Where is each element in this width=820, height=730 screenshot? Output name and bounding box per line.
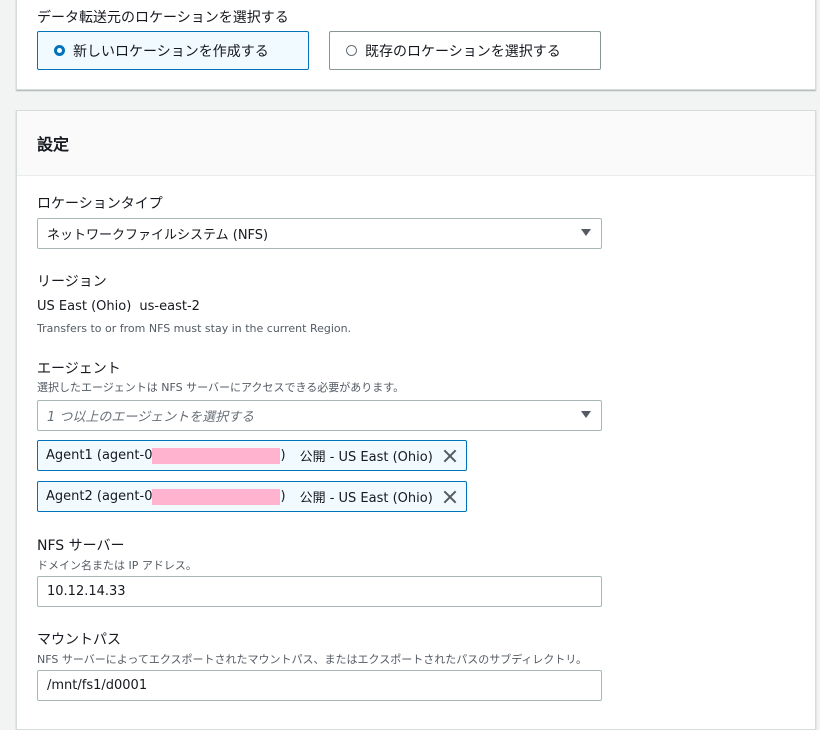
agent-token-2-prefix: Agent2 (agent-0 — [46, 489, 153, 504]
radio-selected-icon — [54, 45, 65, 56]
region-note: Transfers to or from NFS must stay in th… — [37, 322, 352, 335]
agents-description: 選択したエージェントは NFS サーバーにアクセスできる必要があります。 — [37, 381, 405, 394]
nfs-server-input[interactable]: 10.12.14.33 — [37, 576, 602, 607]
agents-placeholder: 1 つ以上のエージェントを選択する — [47, 410, 255, 425]
agent-token-1: Agent1 (agent-0 ) 公開 - US East (Ohio) — [37, 440, 467, 471]
region-label: リージョン — [37, 274, 107, 290]
agents-label: エージェント — [37, 361, 121, 377]
region-value: US East (Ohio) us-east-2 — [37, 299, 200, 314]
radio-create-new-label: 新しいロケーションを作成する — [73, 43, 269, 60]
caret-down-icon — [581, 229, 591, 236]
settings-header: 設定 — [17, 111, 815, 176]
redaction-box — [152, 488, 281, 505]
redaction-box — [152, 447, 281, 464]
source-location-label: データ転送元のロケーションを選択する — [37, 10, 289, 26]
agents-select[interactable]: 1 つ以上のエージェントを選択する — [37, 400, 602, 431]
radio-choose-existing-label: 既存のロケーションを選択する — [365, 43, 561, 60]
mount-path-value: /mnt/fs1/d0001 — [47, 678, 148, 693]
caret-down-icon — [581, 411, 591, 418]
location-type-label: ロケーションタイプ — [37, 196, 163, 212]
close-icon[interactable] — [443, 490, 457, 504]
mount-path-input[interactable]: /mnt/fs1/d0001 — [37, 670, 602, 701]
settings-panel: 設定 ロケーションタイプ ネットワークファイルシステム (NFS) リージョン … — [16, 110, 816, 730]
mount-path-description: NFS サーバーによってエクスポートされたマウントパス、またはエクスポートされた… — [37, 653, 587, 666]
mount-path-label: マウントパス — [37, 632, 121, 648]
region-code: us-east-2 — [139, 299, 200, 314]
close-icon[interactable] — [443, 449, 457, 463]
radio-choose-existing-location[interactable]: 既存のロケーションを選択する — [329, 31, 601, 70]
nfs-server-label: NFS サーバー — [37, 538, 125, 554]
agent-token-1-prefix: Agent1 (agent-0 — [46, 448, 153, 463]
agent-token-2-suffix: ) — [280, 489, 286, 504]
radio-unselected-icon — [346, 45, 357, 56]
agent-token-1-status: 公開 - US East (Ohio) — [299, 450, 433, 465]
agent-token-1-suffix: ) — [280, 448, 286, 463]
settings-title: 設定 — [37, 135, 70, 154]
nfs-server-value: 10.12.14.33 — [47, 584, 126, 599]
nfs-server-description: ドメイン名または IP アドレス。 — [37, 559, 197, 572]
location-type-value: ネットワークファイルシステム (NFS) — [47, 228, 269, 243]
agent-token-2-status: 公開 - US East (Ohio) — [299, 491, 433, 506]
agent-token-2: Agent2 (agent-0 ) 公開 - US East (Ohio) — [37, 481, 467, 512]
source-location-panel: データ転送元のロケーションを選択する 新しいロケーションを作成する 既存のロケー… — [16, 0, 816, 90]
region-name: US East (Ohio) — [37, 299, 132, 314]
location-type-select[interactable]: ネットワークファイルシステム (NFS) — [37, 218, 602, 249]
radio-create-new-location[interactable]: 新しいロケーションを作成する — [37, 31, 309, 70]
